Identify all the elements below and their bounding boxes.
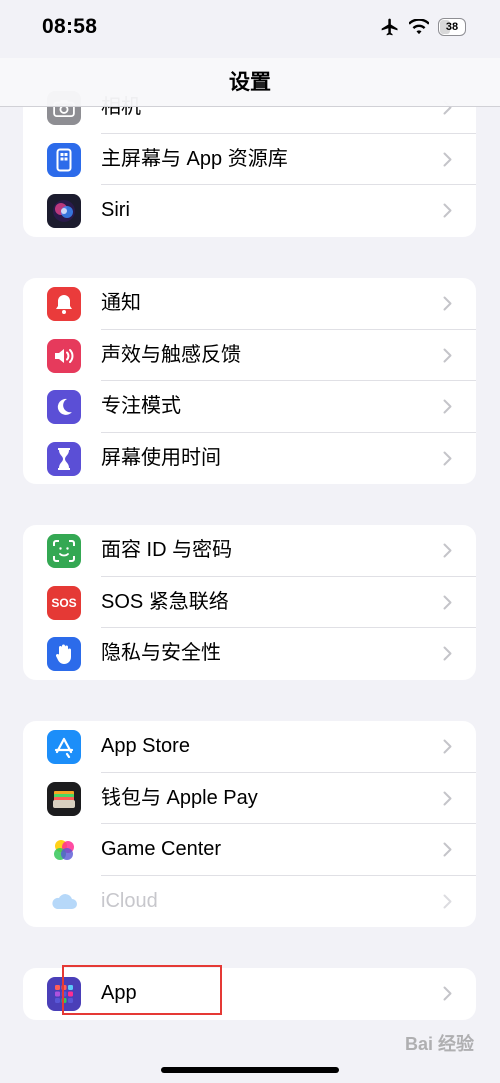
chevron-right-icon <box>443 739 452 759</box>
row-game-center[interactable]: Game Center <box>23 824 476 876</box>
game-center-icon <box>47 833 81 867</box>
chevron-right-icon <box>443 791 452 811</box>
row-icloud[interactable]: iCloud <box>23 876 476 928</box>
row-screen-time[interactable]: 屏幕使用时间 <box>23 433 476 485</box>
bell-icon <box>47 287 81 321</box>
watermark: Bai 经验 <box>404 1034 474 1054</box>
wifi-icon <box>409 19 429 35</box>
home-screen-icon <box>47 142 81 177</box>
row-sounds-haptics[interactable]: 声效与触感反馈 <box>23 330 476 381</box>
chevron-right-icon <box>443 595 452 615</box>
row-privacy[interactable]: 隐私与安全性 <box>23 628 476 680</box>
wallet-icon <box>47 781 81 816</box>
battery-percent: 38 <box>445 21 459 33</box>
status-icons: 38 <box>380 17 466 37</box>
status-time: 08:58 <box>42 15 98 38</box>
row-label-focus: 专注模式 <box>101 395 181 417</box>
chevron-right-icon <box>443 203 452 223</box>
row-focus[interactable]: 专注模式 <box>23 381 476 433</box>
row-label-game-center: Game Center <box>101 838 222 860</box>
page-title: 设置 <box>229 71 271 94</box>
row-label-face-id: 面容 ID 与密码 <box>101 539 233 561</box>
row-label-wallet: 钱包与 Apple Pay <box>101 786 258 809</box>
row-label-icloud: iCloud <box>101 889 158 912</box>
hourglass-icon <box>47 441 81 476</box>
settings-group-notifications: 通知 声效与触感反馈 专注模式 屏幕使用时间 <box>23 278 476 484</box>
hand-icon <box>47 637 81 671</box>
row-label-sounds-haptics: 声效与触感反馈 <box>101 343 241 366</box>
icloud-icon <box>47 884 81 919</box>
chevron-right-icon <box>443 399 452 419</box>
sos-icon-text: SOS <box>51 595 77 610</box>
row-wallet[interactable]: 钱包与 Apple Pay <box>23 773 476 824</box>
chevron-right-icon <box>443 646 452 666</box>
settings-group-security: 面容 ID 与密码 SOS SOS 紧急联络 隐私与安全性 <box>23 525 476 680</box>
chevron-right-icon <box>443 842 452 862</box>
row-app-store[interactable]: App Store <box>23 721 476 773</box>
row-label-notifications: 通知 <box>101 292 141 314</box>
row-face-id[interactable]: 面容 ID 与密码 <box>23 525 476 577</box>
battery-indicator: 38 <box>438 18 466 36</box>
chevron-right-icon <box>443 894 452 914</box>
chevron-right-icon <box>443 986 452 1006</box>
app-store-icon <box>47 730 81 764</box>
chevron-right-icon <box>443 451 452 471</box>
moon-icon <box>47 390 81 424</box>
siri-icon <box>47 194 81 228</box>
settings-group-apple-services: App Store 钱包与 Apple Pay Game Center iClo… <box>23 721 476 927</box>
row-label-sos: SOS 紧急联络 <box>101 590 229 613</box>
status-bar: 08:58 38 <box>0 0 500 58</box>
row-notifications[interactable]: 通知 <box>23 278 476 330</box>
row-label-screen-time: 屏幕使用时间 <box>101 446 221 469</box>
highlight-box <box>62 965 222 1015</box>
nav-bar: 设置 <box>0 58 500 107</box>
airplane-icon <box>380 17 400 37</box>
row-home-screen[interactable]: 主屏幕与 App 资源库 <box>23 134 476 185</box>
chevron-right-icon <box>443 348 452 368</box>
chevron-right-icon <box>443 152 452 172</box>
chevron-right-icon <box>443 296 452 316</box>
row-label-privacy: 隐私与安全性 <box>101 642 221 664</box>
face-id-icon <box>47 534 81 568</box>
row-label-app-store: App Store <box>101 735 190 757</box>
row-label-siri: Siri <box>101 199 130 221</box>
row-sos[interactable]: SOS SOS 紧急联络 <box>23 577 476 628</box>
sos-icon: SOS <box>47 585 81 620</box>
speaker-icon <box>47 338 81 373</box>
home-indicator[interactable] <box>161 1067 339 1073</box>
row-label-home-screen: 主屏幕与 App 资源库 <box>101 147 288 170</box>
row-siri[interactable]: Siri <box>23 185 476 237</box>
chevron-right-icon <box>443 543 452 563</box>
